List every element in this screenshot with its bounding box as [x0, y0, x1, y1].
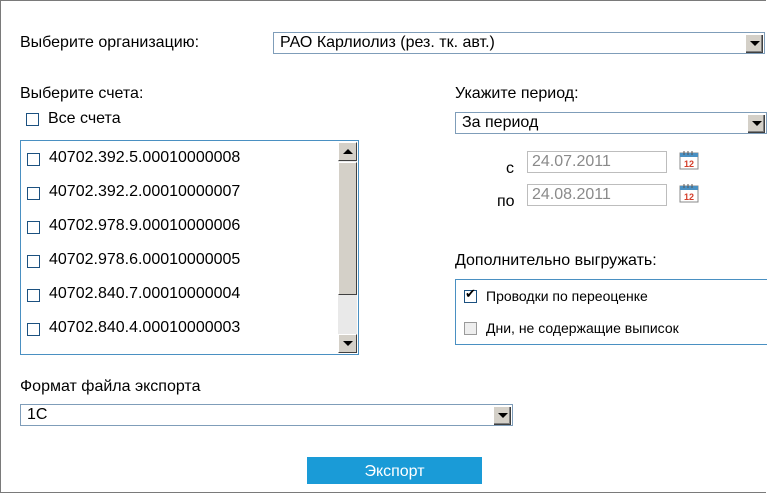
account-number: 40702.392.5.00010000008 — [49, 149, 241, 166]
account-checkbox[interactable] — [27, 153, 40, 166]
chevron-down-icon[interactable] — [745, 34, 763, 53]
account-checkbox[interactable] — [27, 289, 40, 302]
accounts-scrollbar[interactable] — [338, 142, 357, 353]
org-selected-value: РАО Карлиолиз (рез. тк. авт.) — [280, 34, 495, 51]
extra-options-box: Проводки по переоценке Дни, не содержащи… — [455, 279, 767, 345]
account-checkbox[interactable] — [27, 323, 40, 336]
period-selected-value: За период — [462, 114, 539, 131]
format-select[interactable]: 1С — [20, 404, 513, 426]
accounts-label: Выберите счета: — [20, 85, 144, 102]
account-checkbox[interactable] — [27, 187, 40, 200]
export-button[interactable]: Экспорт — [307, 457, 482, 484]
format-label: Формат файла экспорта — [20, 378, 201, 395]
calendar-icon[interactable]: 12 — [679, 150, 699, 170]
date-to-input[interactable]: 24.08.2011 — [527, 184, 667, 206]
period-label: Укажите период: — [455, 85, 579, 102]
scroll-down-icon[interactable] — [338, 334, 357, 353]
empty-days-label: Дни, не содержащие выписок — [486, 320, 679, 336]
chevron-down-icon[interactable] — [747, 114, 765, 133]
all-accounts-checkbox-row[interactable]: Все счета — [26, 110, 226, 130]
extra-label: Дополнительно выгружать: — [455, 252, 657, 269]
all-accounts-label: Все счета — [48, 110, 121, 127]
account-number: 40702.978.9.00010000006 — [49, 217, 241, 234]
calendar-day: 12 — [684, 192, 694, 202]
account-number: 40702.840.7.00010000004 — [49, 285, 241, 302]
empty-days-checkbox — [464, 322, 477, 335]
account-checkbox[interactable] — [27, 255, 40, 268]
account-number: 40702.392.2.00010000007 — [49, 183, 241, 200]
period-select[interactable]: За период — [455, 112, 767, 134]
chevron-down-icon[interactable] — [493, 406, 511, 425]
format-selected-value: 1С — [27, 406, 48, 423]
date-from-label: с — [506, 160, 514, 177]
scroll-thumb[interactable] — [338, 162, 357, 295]
date-from-input[interactable]: 24.07.2011 — [527, 151, 667, 173]
scroll-up-icon[interactable] — [338, 142, 357, 161]
revaluation-label: Проводки по переоценке — [486, 288, 648, 304]
org-label: Выберите организацию: — [20, 34, 200, 51]
revaluation-checkbox[interactable] — [464, 287, 477, 303]
calendar-day: 12 — [684, 159, 694, 169]
account-number: 40702.978.6.00010000005 — [49, 251, 241, 268]
accounts-list[interactable]: 40702.392.5.00010000008 40702.392.2.0001… — [20, 140, 359, 355]
account-checkbox[interactable] — [27, 221, 40, 234]
account-number: 40702.840.4.00010000003 — [49, 319, 241, 336]
calendar-icon[interactable]: 12 — [679, 183, 699, 203]
all-accounts-checkbox[interactable] — [26, 113, 39, 126]
org-select[interactable]: РАО Карлиолиз (рез. тк. авт.) — [273, 32, 765, 54]
date-to-label: по — [497, 193, 515, 210]
